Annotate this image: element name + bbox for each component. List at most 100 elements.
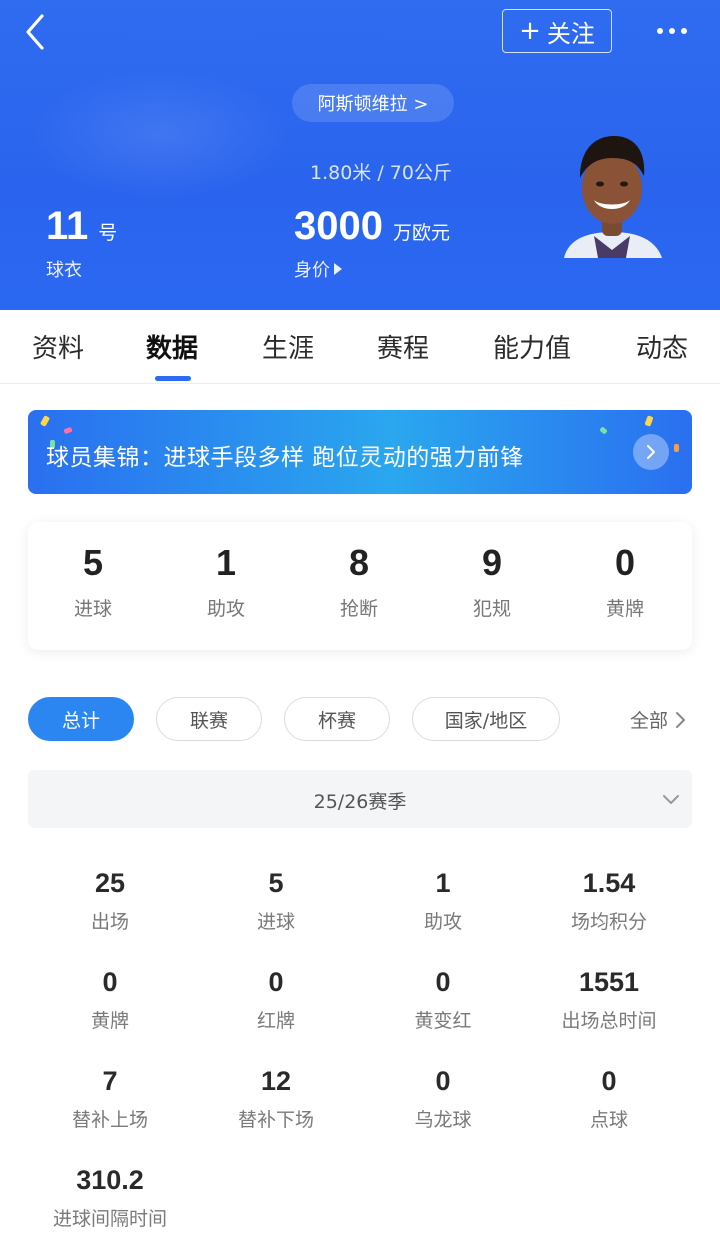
summary-label: 助攻 [206,598,245,620]
tab-profile[interactable]: 资料 [32,328,84,365]
stat-value: 0 [601,1066,617,1096]
chevron-down-icon [663,795,679,804]
summary-value: 8 [348,542,370,583]
shirt-label: 球衣 [46,260,82,281]
active-tab-indicator [155,376,191,381]
stat-value: 1551 [578,967,640,997]
summary-value: 9 [481,542,503,583]
stat-subbed-off: 12 替补下场 [196,1066,356,1132]
shirt-number-value: 11 [46,204,89,248]
stat-penalties: 0 点球 [529,1066,689,1132]
stat-label: 出场 [90,911,129,933]
confetti-decoration [39,415,51,427]
chevron-left-icon [26,14,44,50]
stat-label: 乌龙球 [414,1109,472,1131]
summary-goals: 5 进球 [38,542,148,621]
summary-value: 1 [215,542,237,583]
stat-subbed-on: 7 替补上场 [30,1066,190,1132]
summary-yellow-cards: 0 黄牌 [570,542,680,621]
shirt-number: 11 号 [46,204,117,249]
stat-value: 0 [435,1066,451,1096]
stat-label: 出场总时间 [561,1010,657,1032]
summary-label: 黄牌 [605,598,644,620]
stat-value: 1.54 [582,868,636,898]
filter-all-link[interactable]: 全部 [630,706,686,733]
more-dot-icon [657,28,663,34]
summary-value: 5 [82,542,104,583]
summary-value: 0 [614,542,636,583]
filter-league[interactable]: 联赛 [156,697,262,741]
team-link[interactable]: 阿斯顿维拉 > [292,84,454,122]
player-header: + 关注 阿斯顿维拉 > 1.80米 / 70公斤 11 号 球衣 3000 万… [0,0,720,310]
follow-label: 关注 [546,19,595,48]
stat-second-yellow: 0 黄变红 [363,967,523,1033]
stat-label: 助攻 [423,911,462,933]
chevron-right-icon [647,445,655,459]
stat-value: 7 [102,1066,118,1096]
stat-value: 0 [435,967,451,997]
stat-label: 场均积分 [570,911,647,933]
market-value-unit: 万欧元 [392,222,450,244]
confetti-decoration [599,426,608,435]
stat-yellow-cards: 0 黄牌 [30,967,190,1033]
confetti-decoration [674,444,679,452]
market-value-amount: 3000 [294,204,383,248]
summary-card: 5 进球 1 助攻 8 抢断 9 犯规 0 黄牌 [28,522,692,650]
stat-value: 310.2 [76,1165,144,1195]
stat-avg-points: 1.54 场均积分 [529,868,689,934]
follow-button[interactable]: + 关注 [502,9,612,53]
tab-bar: 资料 数据 生涯 赛程 能力值 动态 [0,310,720,384]
stat-label: 红牌 [256,1010,295,1032]
back-button[interactable] [18,12,58,52]
summary-label: 抢断 [339,598,378,620]
filter-cup[interactable]: 杯赛 [284,697,390,741]
stat-own-goals: 0 乌龙球 [363,1066,523,1132]
stat-minutes-played: 1551 出场总时间 [529,967,689,1033]
chevron-right-icon [676,711,686,728]
player-photo [564,136,662,258]
stat-label: 替补下场 [237,1109,314,1131]
stat-value: 1 [435,868,451,898]
filter-total[interactable]: 总计 [28,697,134,741]
tab-news[interactable]: 动态 [636,328,688,365]
summary-tackles: 8 抢断 [304,542,414,621]
summary-assists: 1 助攻 [171,542,281,621]
summary-label: 犯规 [472,598,511,620]
filter-all-label: 全部 [630,710,669,732]
more-dot-icon [669,28,675,34]
season-value: 25/26赛季 [313,791,407,813]
summary-label: 进球 [73,598,112,620]
tab-schedule[interactable]: 赛程 [377,328,429,365]
stat-value: 0 [102,967,118,997]
banner-title: 球员集锦：进球手段多样 跑位灵动的强力前锋 [46,445,524,471]
stat-label: 黄牌 [90,1010,129,1032]
market-value-label: 身价 [294,260,330,281]
filter-national[interactable]: 国家/地区 [412,697,560,741]
more-options-button[interactable] [650,14,694,48]
confetti-decoration [644,415,654,427]
stat-label: 替补上场 [71,1109,148,1131]
season-select[interactable]: 25/26赛季 [28,770,692,828]
team-name: 阿斯顿维拉 > [317,94,429,115]
stat-value: 25 [94,868,126,898]
more-dot-icon [681,28,687,34]
stat-goals: 5 进球 [196,868,356,934]
shirt-number-unit: 号 [98,222,118,244]
stat-label: 点球 [589,1109,628,1131]
confetti-decoration [63,426,73,435]
summary-fouls: 9 犯规 [437,542,547,621]
stat-minutes-per-goal: 310.2 进球间隔时间 [30,1165,190,1231]
stat-label: 进球间隔时间 [52,1208,167,1230]
stat-assists: 1 助攻 [363,868,523,934]
market-value-link[interactable]: 身价 [294,256,342,282]
tab-career[interactable]: 生涯 [262,328,314,365]
banner-arrow-button[interactable] [633,434,669,470]
stat-label: 进球 [256,911,295,933]
header-background-decoration [30,70,290,200]
stat-appearances: 25 出场 [30,868,190,934]
tab-data[interactable]: 数据 [146,328,198,365]
stat-value: 12 [260,1066,292,1096]
stat-value: 0 [268,967,284,997]
highlights-banner[interactable]: 球员集锦：进球手段多样 跑位灵动的强力前锋 [28,410,692,494]
tab-ability[interactable]: 能力值 [493,328,571,365]
